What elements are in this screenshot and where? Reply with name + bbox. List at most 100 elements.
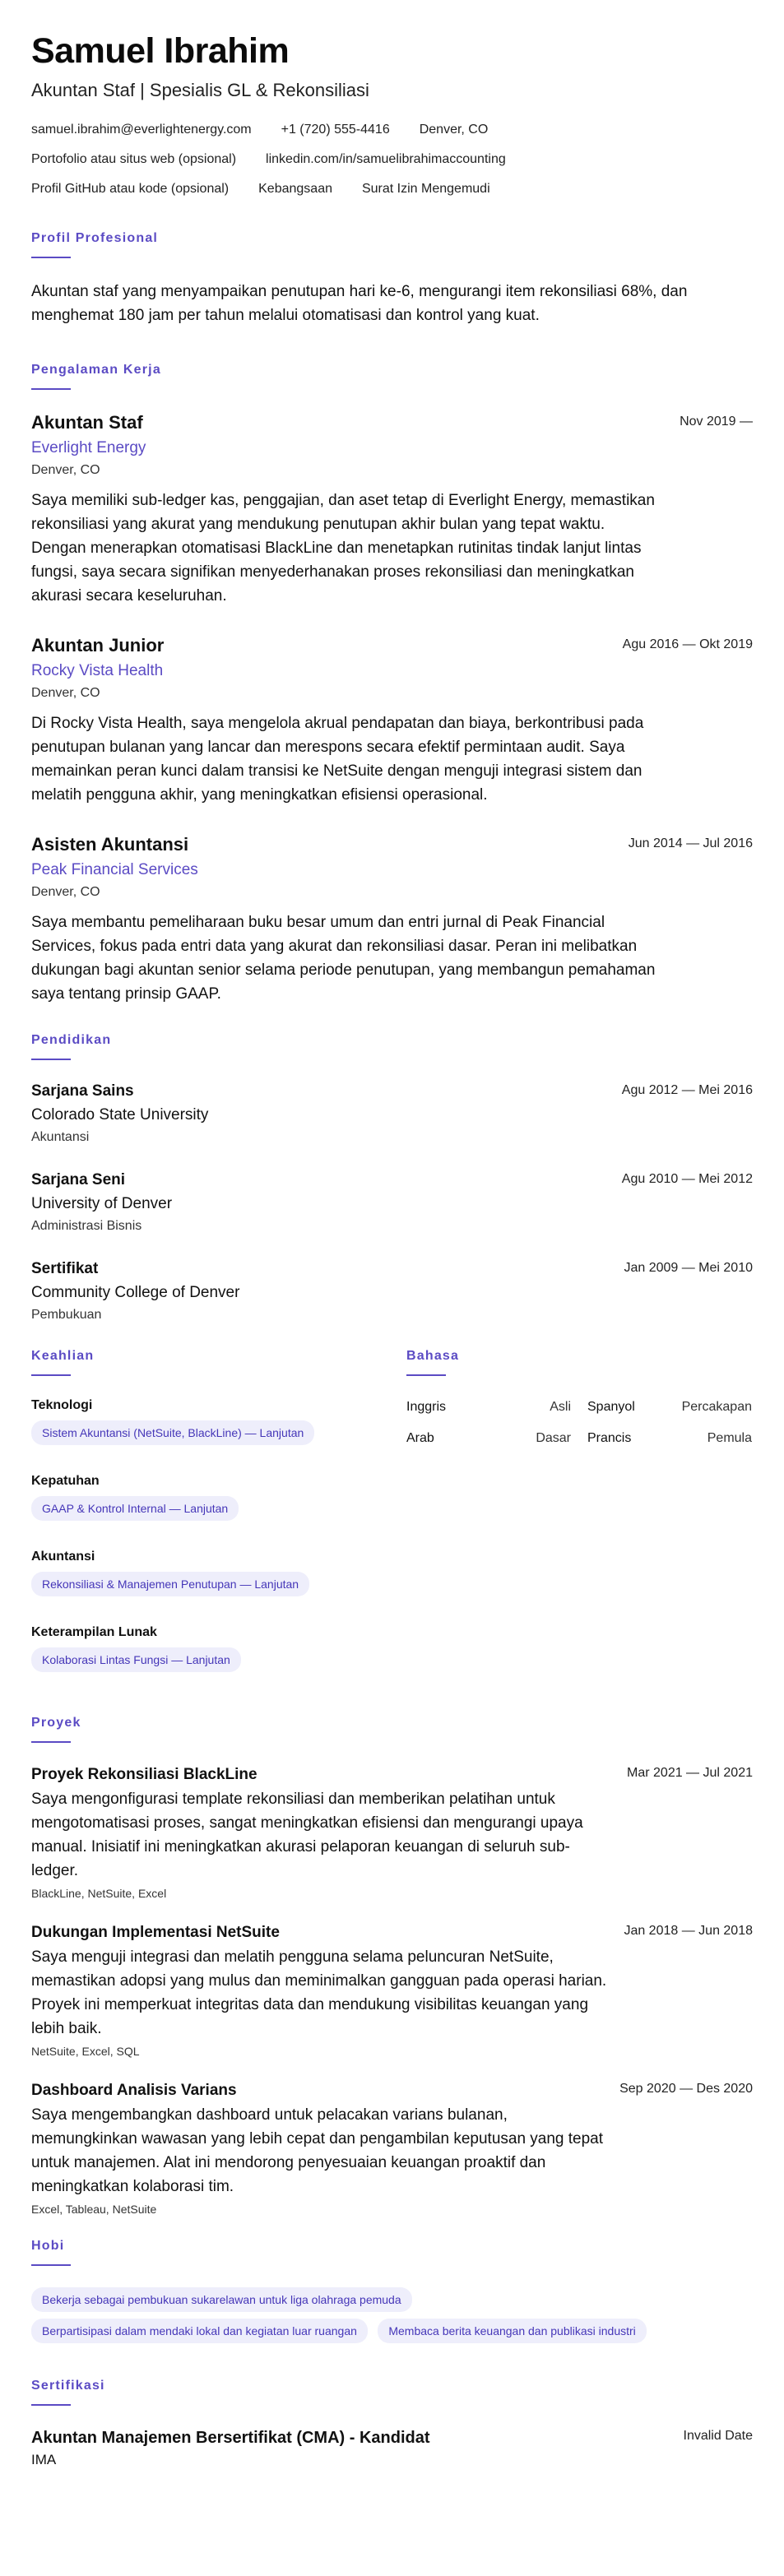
job-location: Denver, CO xyxy=(31,686,100,700)
project-title: Dashboard Analisis Varians xyxy=(31,2082,237,2099)
section-title: Keahlian xyxy=(31,1349,95,1363)
job-date: Agu 2016 — Okt 2019 xyxy=(622,637,753,651)
edu-degree: Sertifikat xyxy=(31,1260,99,1277)
edu-school: Community College of Denver xyxy=(31,1284,240,1301)
cert-date: Invalid Date xyxy=(683,2429,754,2443)
summary-section: Profil Profesional Akuntan staf yang men… xyxy=(31,230,753,327)
language-item: Arab Dasar xyxy=(406,1429,571,1448)
job-description: Di Rocky Vista Health, saya mengelola ak… xyxy=(31,715,644,804)
project-description: Saya mengembangkan dashboard untuk pelac… xyxy=(31,2106,604,2195)
section-divider xyxy=(31,1374,71,1376)
job-title: Akuntan Staf xyxy=(31,412,143,433)
job-entry: Akuntan Staf Nov 2019 — Everlight Energy… xyxy=(31,411,753,608)
job-company: Peak Financial Services xyxy=(31,861,198,878)
section-divider xyxy=(31,257,71,258)
language-name: Inggris xyxy=(406,1400,447,1414)
section-divider xyxy=(31,2404,71,2406)
languages-column: Bahasa Inggris Asli Spanyol Percakapan A… xyxy=(406,1348,752,1700)
skill-category: Kepatuhan xyxy=(31,1474,100,1488)
section-divider xyxy=(406,1374,446,1376)
language-name: Spanyol xyxy=(587,1400,635,1414)
project-description: Saya menguji integrasi dan melatih pengg… xyxy=(31,1948,607,2037)
skills-languages-section: Keahlian Teknologi Sistem Akuntansi (Net… xyxy=(31,1348,753,1700)
candidate-name: Samuel Ibrahim xyxy=(31,31,290,71)
edu-field: Administrasi Bisnis xyxy=(31,1219,142,1233)
skill-chip: Sistem Akuntansi (NetSuite, BlackLine) —… xyxy=(31,1420,315,1445)
section-title: Sertifikasi xyxy=(31,2379,105,2393)
skill-category: Akuntansi xyxy=(31,1550,95,1564)
education-section: Pendidikan Sarjana Sains Agu 2012 — Mei … xyxy=(31,1032,753,1323)
contact-linkedin[interactable]: linkedin.com/in/samuelibrahimaccounting xyxy=(266,151,506,168)
job-title: Asisten Akuntansi xyxy=(31,834,189,855)
edu-field: Akuntansi xyxy=(31,1130,90,1144)
project-entry: Dukungan Implementasi NetSuite Jan 2018 … xyxy=(31,1922,753,2059)
skill-group: Kepatuhan GAAP & Kontrol Internal — Lanj… xyxy=(31,1473,342,1527)
education-entry: Sarjana Seni Agu 2010 — Mei 2012 Univers… xyxy=(31,1170,753,1235)
job-date: Jun 2014 — Jul 2016 xyxy=(628,836,753,850)
project-description: Saya mengonfigurasi template rekonsilias… xyxy=(31,1791,583,1879)
projects-section: Proyek Proyek Rekonsiliasi BlackLine Mar… xyxy=(31,1715,753,2217)
skill-group: Keterampilan Lunak Kolaborasi Lintas Fun… xyxy=(31,1624,342,1679)
summary-text: Akuntan staf yang menyampaikan penutupan… xyxy=(31,283,688,324)
job-description: Saya memiliki sub-ledger kas, penggajian… xyxy=(31,492,655,605)
resume-header: Samuel Ibrahim Akuntan Staf | Spesialis … xyxy=(31,31,753,197)
hobby-chip: Berpartisipasi dalam mendaki lokal dan k… xyxy=(31,2319,368,2343)
project-entry: Proyek Rekonsiliasi BlackLine Mar 2021 —… xyxy=(31,1764,753,1901)
language-level: Asli xyxy=(550,1400,571,1414)
section-title: Bahasa xyxy=(406,1349,460,1363)
education-entry: Sarjana Sains Agu 2012 — Mei 2016 Colora… xyxy=(31,1082,753,1146)
contact-phone[interactable]: +1 (720) 555-4416 xyxy=(281,122,390,138)
language-name: Prancis xyxy=(587,1431,632,1445)
section-title: Pengalaman Kerja xyxy=(31,363,161,377)
edu-degree: Sarjana Sains xyxy=(31,1082,134,1100)
job-entry: Asisten Akuntansi Jun 2014 — Jul 2016 Pe… xyxy=(31,833,753,1006)
contact-email[interactable]: samuel.ibrahim@everlightenergy.com xyxy=(31,122,252,138)
skill-category: Teknologi xyxy=(31,1398,93,1412)
certification-entry: Akuntan Manajemen Bersertifikat (CMA) - … xyxy=(31,2427,753,2470)
section-title: Pendidikan xyxy=(31,1033,112,1047)
project-tech: NetSuite, Excel, SQL xyxy=(31,2045,140,2058)
project-title: Dukungan Implementasi NetSuite xyxy=(31,1924,280,1941)
contact-row: Profil GitHub atau kode (opsional) Keban… xyxy=(31,181,753,197)
contact-info: samuel.ibrahim@everlightenergy.com +1 (7… xyxy=(31,122,753,197)
candidate-tagline: Akuntan Staf | Spesialis GL & Rekonsilia… xyxy=(31,80,369,100)
contact-portfolio[interactable]: Portofolio atau situs web (opsional) xyxy=(31,151,236,168)
project-date: Sep 2020 — Des 2020 xyxy=(619,2082,753,2096)
project-title: Proyek Rekonsiliasi BlackLine xyxy=(31,1766,257,1783)
resume-page: Samuel Ibrahim Akuntan Staf | Spesialis … xyxy=(0,0,784,2576)
job-company: Rocky Vista Health xyxy=(31,662,164,679)
contact-location: Denver, CO xyxy=(419,123,489,137)
job-title: Akuntan Junior xyxy=(31,635,165,656)
cert-issuer: IMA xyxy=(31,2452,57,2467)
hobby-chip: Membaca berita keuangan dan publikasi in… xyxy=(378,2319,647,2343)
language-item: Inggris Asli xyxy=(406,1397,571,1417)
hobbies-section: Hobi Bekerja sebagai pembukuan sukarelaw… xyxy=(31,2238,753,2350)
contact-row: samuel.ibrahim@everlightenergy.com +1 (7… xyxy=(31,122,753,138)
project-tech: BlackLine, NetSuite, Excel xyxy=(31,1887,167,1900)
skill-group: Akuntansi Rekonsiliasi & Manajemen Penut… xyxy=(31,1549,342,1603)
project-entry: Dashboard Analisis Varians Sep 2020 — De… xyxy=(31,2080,753,2217)
hobby-chip: Bekerja sebagai pembukuan sukarelawan un… xyxy=(31,2287,412,2312)
contact-row: Portofolio atau situs web (opsional) lin… xyxy=(31,151,753,168)
language-item: Prancis Pemula xyxy=(587,1429,752,1448)
job-location: Denver, CO xyxy=(31,885,100,899)
section-divider xyxy=(31,388,71,390)
skill-category: Keterampilan Lunak xyxy=(31,1625,157,1639)
section-divider xyxy=(31,2264,71,2266)
job-entry: Akuntan Junior Agu 2016 — Okt 2019 Rocky… xyxy=(31,634,753,807)
language-level: Dasar xyxy=(536,1431,571,1445)
section-divider xyxy=(31,1059,71,1060)
job-location: Denver, CO xyxy=(31,463,100,477)
skill-chip: GAAP & Kontrol Internal — Lanjutan xyxy=(31,1496,239,1521)
edu-degree: Sarjana Seni xyxy=(31,1171,126,1188)
project-date: Mar 2021 — Jul 2021 xyxy=(627,1766,753,1780)
edu-school: University of Denver xyxy=(31,1195,173,1212)
edu-field: Pembukuan xyxy=(31,1308,102,1322)
edu-school: Colorado State University xyxy=(31,1106,209,1124)
contact-github[interactable]: Profil GitHub atau kode (opsional) xyxy=(31,181,229,197)
section-divider xyxy=(31,1741,71,1743)
contact-nationality: Kebangsaan xyxy=(258,182,332,196)
skill-group: Teknologi Sistem Akuntansi (NetSuite, Bl… xyxy=(31,1397,342,1452)
job-description: Saya membantu pemeliharaan buku besar um… xyxy=(31,914,656,1003)
education-entry: Sertifikat Jan 2009 — Mei 2010 Community… xyxy=(31,1259,753,1323)
